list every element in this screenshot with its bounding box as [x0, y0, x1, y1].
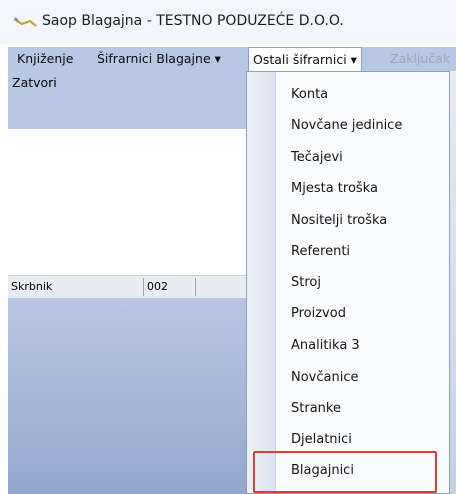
- menu-item-stroj[interactable]: Stroj: [291, 272, 321, 294]
- menu-item-analitika-3[interactable]: Analitika 3: [291, 335, 360, 357]
- ostali-sifrarnici-dropdown: Konta Novčane jedinice Tečajevi Mjesta t…: [246, 71, 450, 494]
- background-area: [8, 298, 248, 494]
- status-cell-empty: [196, 278, 248, 296]
- menu-item-tecajevi[interactable]: Tečajevi: [291, 147, 343, 169]
- menu-item-djelatnici[interactable]: Djelatnici: [291, 429, 352, 451]
- saop-app-icon: [13, 17, 37, 27]
- work-area: [8, 129, 248, 275]
- menu-ostali-sifrarnici[interactable]: Ostali šifrarnici ▾: [248, 47, 362, 71]
- menu-bar: Knjiženje Šifrarnici Blagajne ▾ Ostali š…: [8, 47, 456, 71]
- menu-icon-gutter: [247, 72, 276, 493]
- menu-item-novcanice[interactable]: Novčanice: [291, 367, 358, 389]
- menu-item-nositelji-troska[interactable]: Nositelji troška: [291, 210, 387, 232]
- status-cell-user: Skrbnik: [8, 278, 144, 296]
- menu-item-proizvod[interactable]: Proizvod: [291, 303, 346, 325]
- status-bar: Skrbnik 002: [8, 275, 248, 299]
- window-title: Saop Blagajna - TESTNO PODUZEĆE D.O.O.: [42, 13, 344, 29]
- status-cell-code: 002: [144, 278, 196, 296]
- menu-knjizenje[interactable]: Knjiženje: [13, 47, 77, 71]
- menu-item-konta[interactable]: Konta: [291, 84, 328, 106]
- highlight-annotation: [253, 451, 437, 493]
- menu-sifrarnici-blagajne[interactable]: Šifrarnici Blagajne ▾: [93, 47, 225, 71]
- toolbar: Zatvori: [8, 71, 248, 129]
- menu-item-novcane-jedinice[interactable]: Novčane jedinice: [291, 115, 402, 137]
- zatvori-button[interactable]: Zatvori: [12, 75, 57, 90]
- menu-item-stranke[interactable]: Stranke: [291, 398, 341, 420]
- menu-zakljucak[interactable]: Zaključak: [386, 47, 454, 71]
- menu-item-referenti[interactable]: Referenti: [291, 241, 350, 263]
- title-bar: Saop Blagajna - TESTNO PODUZEĆE D.O.O.: [0, 0, 456, 44]
- menu-item-mjesta-troska[interactable]: Mjesta troška: [291, 178, 378, 200]
